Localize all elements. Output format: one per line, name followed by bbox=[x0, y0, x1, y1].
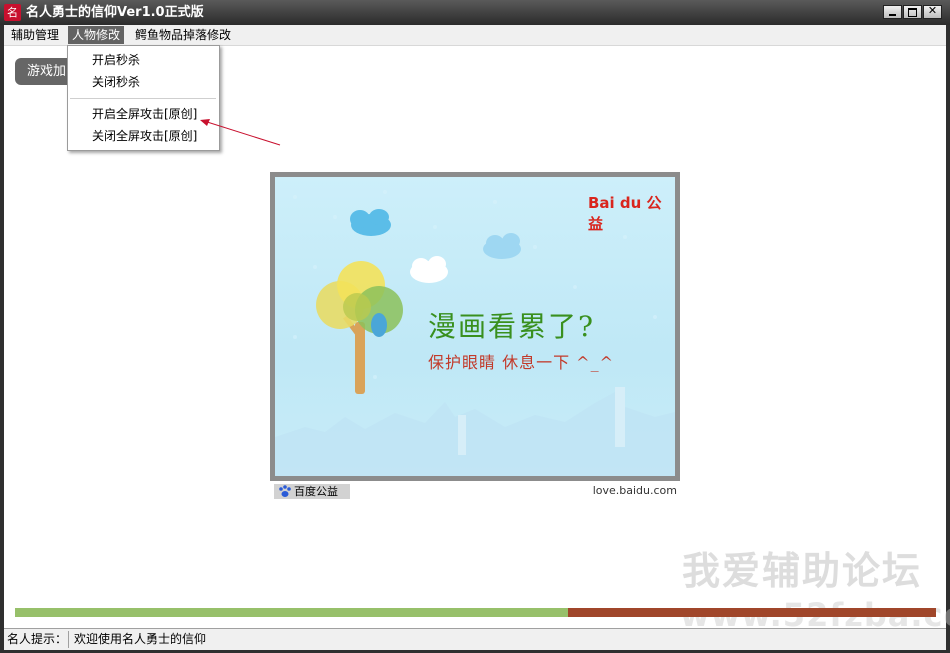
ad-caption-label: 百度公益 bbox=[294, 485, 338, 498]
menu-crocodile-drop-modify[interactable]: 鳄鱼物品掉落修改 bbox=[131, 26, 235, 44]
menu-character-modify[interactable]: 人物修改 bbox=[68, 26, 125, 44]
status-bar: 名人提示： 欢迎使用名人勇士的信仰 bbox=[4, 628, 946, 650]
paw-icon bbox=[279, 485, 291, 497]
close-icon: ✕ bbox=[927, 4, 938, 17]
ad-headline: 漫画看累了? bbox=[428, 310, 596, 343]
ad-frame: Bai du 公益 漫画看累了? 保护眼睛 休息一下 ^_^ bbox=[270, 172, 680, 481]
menu-separator bbox=[70, 98, 216, 99]
menu-bar: 辅助管理 人物修改 鳄鱼物品掉落修改 bbox=[4, 25, 946, 46]
progress-bar bbox=[15, 608, 936, 617]
status-label: 名人提示： bbox=[7, 632, 68, 646]
watermark-title: 我爱辅助论坛 bbox=[682, 549, 923, 593]
ad-caption: 百度公益 love.baidu.com bbox=[270, 481, 680, 501]
close-button[interactable]: ✕ bbox=[923, 4, 942, 19]
status-message: 欢迎使用名人勇士的信仰 bbox=[74, 632, 207, 646]
ad-subline: 保护眼睛 休息一下 ^_^ bbox=[428, 353, 614, 372]
window-title: 名人勇士的信仰Ver1.0正式版 bbox=[26, 5, 204, 20]
baidu-logo: Bai du 公益 bbox=[588, 194, 662, 233]
menu-assist-manage[interactable]: 辅助管理 bbox=[7, 26, 63, 44]
cloud-icon bbox=[350, 209, 391, 236]
minimize-icon bbox=[889, 14, 896, 16]
ad-caption-url[interactable]: love.baidu.com bbox=[593, 484, 677, 498]
maximize-icon bbox=[908, 8, 917, 17]
ad-caption-badge: 百度公益 bbox=[274, 484, 350, 499]
annotation-arrow-icon bbox=[200, 119, 281, 146]
title-bar: 名 名人勇士的信仰Ver1.0正式版 ✕ bbox=[0, 0, 950, 26]
progress-fill bbox=[15, 608, 568, 617]
minimize-button[interactable] bbox=[883, 5, 902, 19]
ad-banner[interactable]: Bai du 公益 漫画看累了? 保护眼睛 休息一下 ^_^ 百度公益 love… bbox=[270, 172, 680, 501]
app-icon: 名 bbox=[4, 4, 21, 21]
ad-image: Bai du 公益 漫画看累了? 保护眼睛 休息一下 ^_^ bbox=[275, 177, 675, 476]
menu-item-disable-fullscreen-attack[interactable]: 关闭全屏攻击[原创] bbox=[92, 128, 197, 144]
menu-item-enable-fullscreen-attack[interactable]: 开启全屏攻击[原创] bbox=[92, 106, 197, 122]
game-button[interactable]: 游戏加 bbox=[15, 58, 75, 85]
status-divider bbox=[68, 631, 69, 648]
menu-item-disable-oneshot[interactable]: 关闭秒杀 bbox=[92, 74, 140, 90]
maximize-button[interactable] bbox=[903, 5, 922, 19]
menu-item-enable-oneshot[interactable]: 开启秒杀 bbox=[92, 52, 140, 68]
